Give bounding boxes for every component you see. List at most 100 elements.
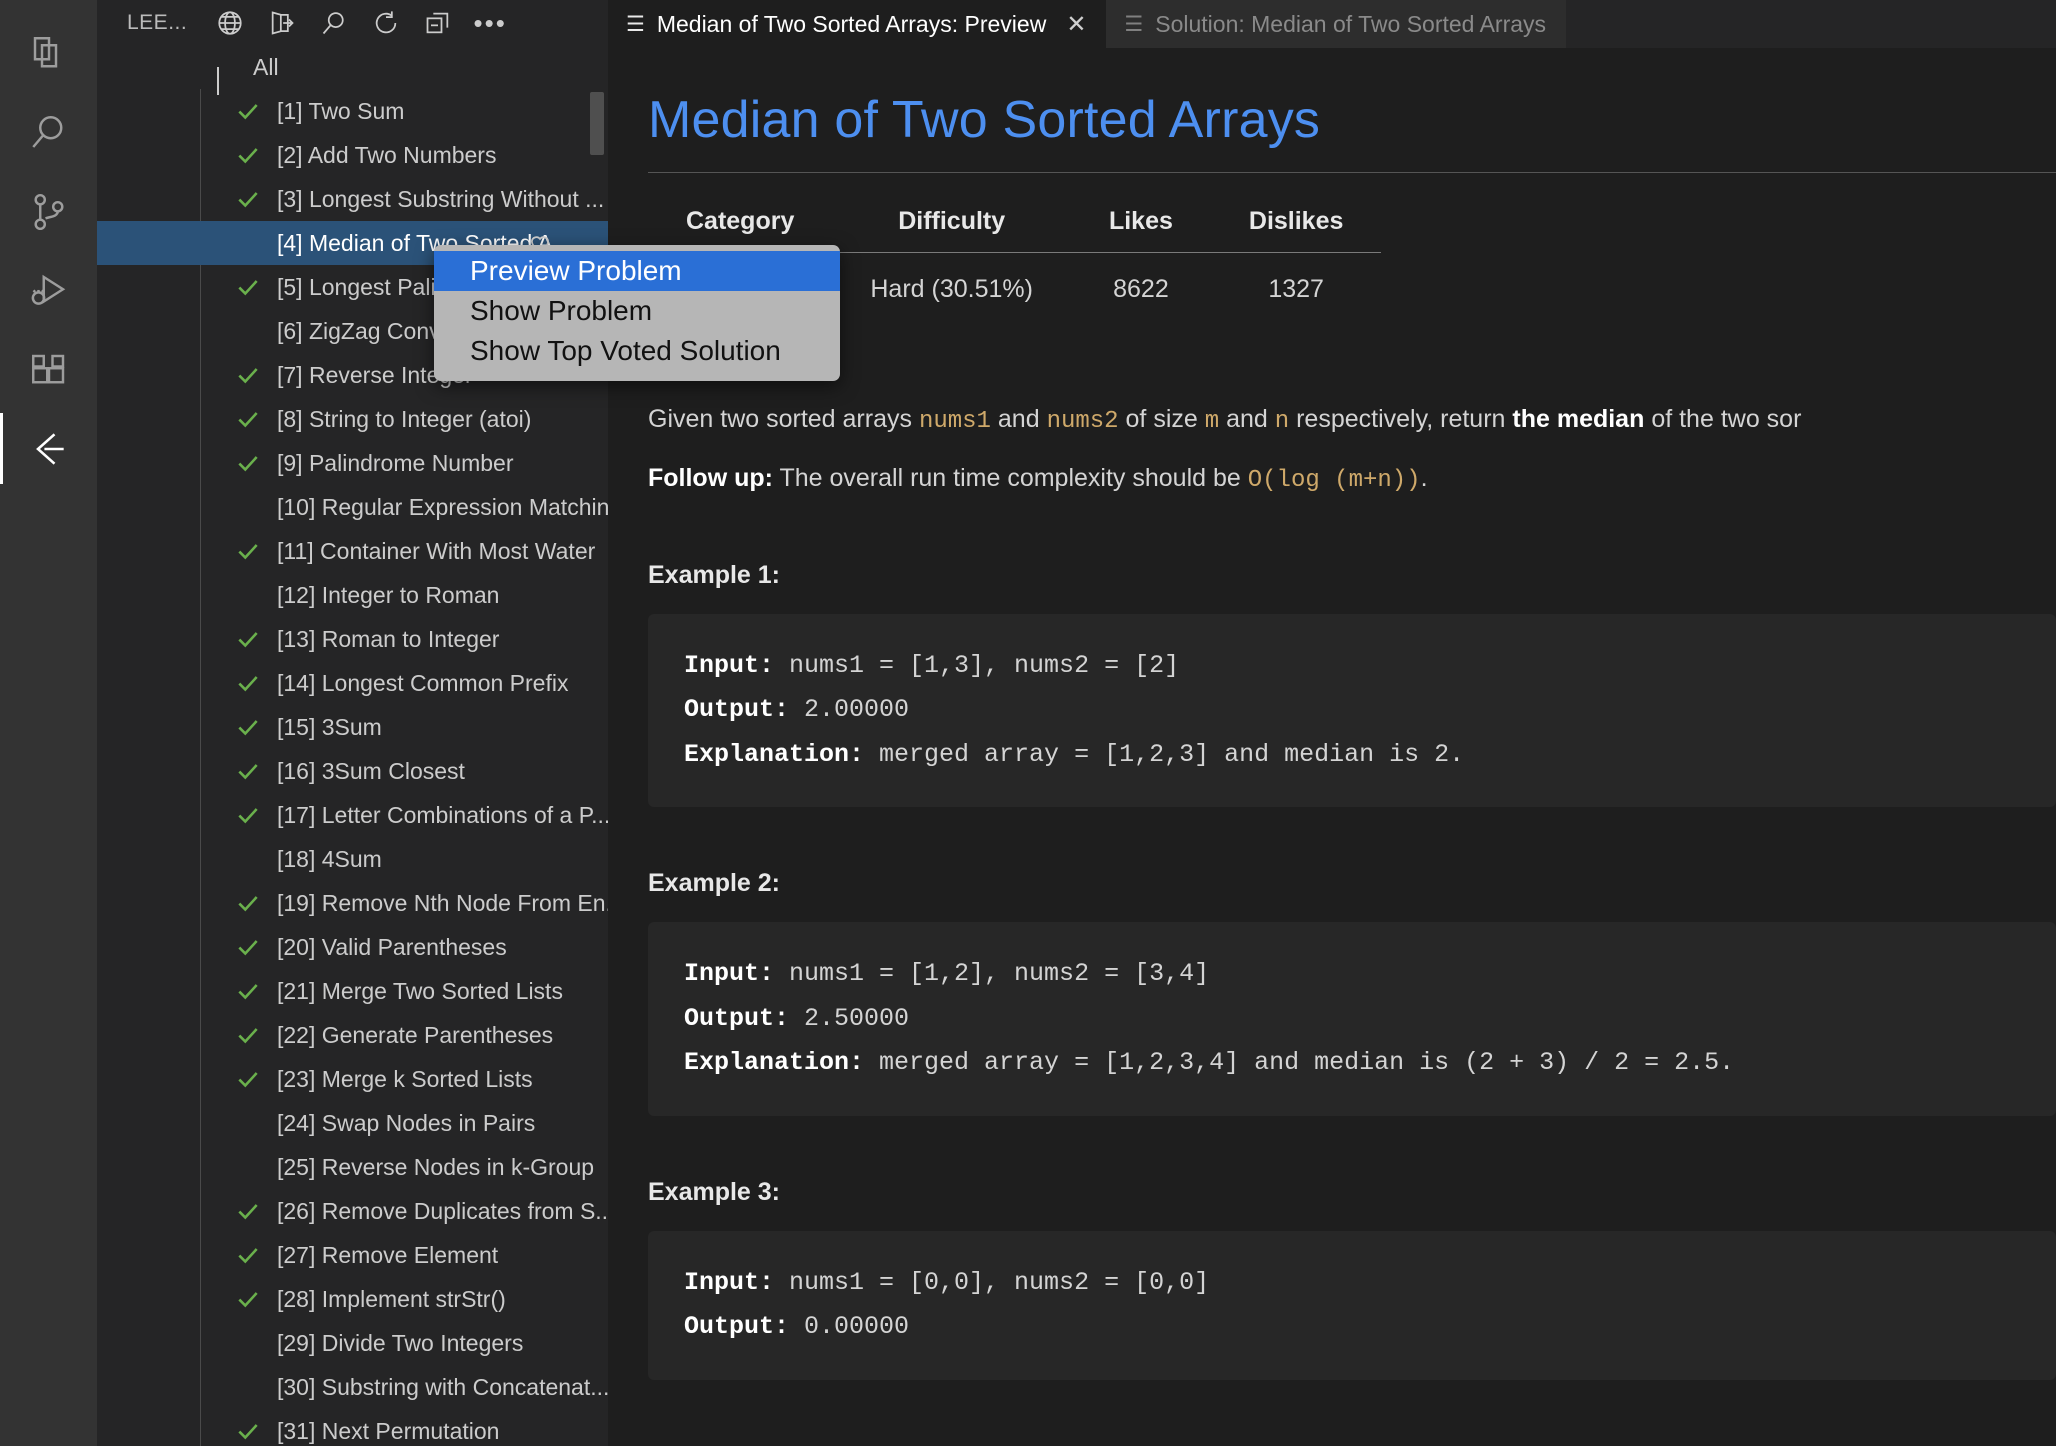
tab-solution-median[interactable]: ☰ Solution: Median of Two Sorted Arrays: [1106, 0, 1567, 48]
list-item-label: [24] Swap Nodes in Pairs: [277, 1109, 536, 1136]
col-difficulty: Difficulty: [832, 207, 1071, 253]
list-item[interactable]: [29] Divide Two Integers: [97, 1321, 608, 1365]
list-item-label: [28] Implement strStr(): [277, 1285, 506, 1312]
list-item-label: [29] Divide Two Integers: [277, 1329, 524, 1356]
list-item[interactable]: [31] Next Permutation: [97, 1409, 608, 1446]
context-menu-item[interactable]: Show Top Voted Solution: [434, 331, 840, 371]
solved-check-icon: [235, 406, 261, 432]
list-item-label: [8] String to Integer (atoi): [277, 405, 532, 432]
list-item[interactable]: [28] Implement strStr(): [97, 1277, 608, 1321]
more-actions-icon[interactable]: •••: [473, 6, 507, 40]
list-item[interactable]: [27] Remove Element: [97, 1233, 608, 1277]
list-item[interactable]: [9] Palindrome Number: [97, 441, 608, 485]
list-item[interactable]: [12] Integer to Roman: [97, 573, 608, 617]
solved-check-icon: [235, 802, 261, 828]
example-2-code: Input: nums1 = [1,2], nums2 = [3,4] Outp…: [648, 922, 2056, 1116]
solved-check-icon: [235, 362, 261, 388]
example-3-code: Input: nums1 = [0,0], nums2 = [0,0] Outp…: [648, 1230, 2056, 1380]
solved-check-icon: [235, 274, 261, 300]
list-item[interactable]: [16] 3Sum Closest: [97, 749, 608, 793]
solved-check-icon: [235, 758, 261, 784]
list-item[interactable]: [8] String to Integer (atoi): [97, 397, 608, 441]
solved-check-icon: [235, 1066, 261, 1092]
tab-preview-median[interactable]: ☰ Median of Two Sorted Arrays: Preview ✕: [608, 0, 1107, 48]
tab-bar-filler: [1566, 0, 2056, 48]
companies-disclosure[interactable]: Companies: [648, 352, 2056, 381]
extensions-icon[interactable]: [0, 330, 97, 409]
list-item[interactable]: [19] Remove Nth Node From En...: [97, 881, 608, 925]
list-item[interactable]: [22] Generate Parentheses: [97, 1013, 608, 1057]
search-icon[interactable]: [317, 6, 351, 40]
sidebar-scrollbar[interactable]: [590, 92, 604, 155]
list-item[interactable]: [26] Remove Duplicates from S...: [97, 1189, 608, 1233]
list-item-label: [22] Generate Parentheses: [277, 1021, 554, 1048]
solved-check-icon: [235, 186, 261, 212]
solved-check-icon: [235, 142, 261, 168]
solved-check-icon: [235, 1286, 261, 1312]
solved-check-icon: [235, 626, 261, 652]
list-item[interactable]: [17] Letter Combinations of a P...: [97, 793, 608, 837]
list-item-label: [12] Integer to Roman: [277, 581, 500, 608]
explanation-label: Explanation:: [684, 1048, 865, 1078]
list-item[interactable]: [13] Roman to Integer: [97, 617, 608, 661]
solved-check-icon: [235, 538, 261, 564]
solved-check-icon: [235, 890, 261, 916]
example-1-code: Input: nums1 = [1,3], nums2 = [2] Output…: [648, 613, 2056, 808]
input-value: nums1 = [1,2], nums2 = [3,4]: [774, 959, 1210, 989]
refresh-icon[interactable]: [369, 6, 403, 40]
run-debug-icon[interactable]: [0, 251, 97, 330]
example-1-label: Example 1:: [648, 560, 781, 589]
context-menu: Preview Problem Show Problem Show Top Vote…: [434, 245, 840, 381]
leetcode-icon[interactable]: [0, 409, 97, 488]
list-item-label: [27] Remove Element: [277, 1241, 499, 1268]
solved-check-icon: [235, 450, 261, 476]
explorer-icon[interactable]: [0, 14, 97, 93]
list-item[interactable]: [11] Container With Most Water: [97, 529, 608, 573]
close-icon[interactable]: ✕: [1066, 10, 1086, 39]
context-menu-item[interactable]: Preview Problem: [434, 251, 840, 291]
output-label: Output:: [684, 1003, 790, 1033]
solved-check-icon: [235, 98, 261, 124]
context-menu-item[interactable]: Show Problem: [434, 291, 840, 331]
list-item[interactable]: [10] Regular Expression Matching: [97, 485, 608, 529]
list-item[interactable]: [18] 4Sum: [97, 837, 608, 881]
collapse-all-icon[interactable]: [421, 6, 455, 40]
code-token-m: m: [1204, 408, 1220, 435]
sidebar-header: LEE... •••: [97, 0, 608, 45]
tab-label: Solution: Median of Two Sorted Arrays: [1155, 10, 1547, 37]
tab-bar: ☰ Median of Two Sorted Arrays: Preview ✕…: [608, 0, 2056, 48]
list-item-label: [16] 3Sum Closest: [277, 757, 465, 784]
list-item[interactable]: [1] Two Sum: [97, 89, 608, 133]
list-item[interactable]: [20] Valid Parentheses: [97, 925, 608, 969]
source-control-icon[interactable]: [0, 172, 97, 251]
list-item[interactable]: [2] Add Two Numbers: [97, 133, 608, 177]
list-item-label: [15] 3Sum: [277, 713, 382, 740]
list-item[interactable]: [23] Merge k Sorted Lists: [97, 1057, 608, 1101]
tree-root-all[interactable]: All: [97, 45, 608, 95]
list-item[interactable]: [15] 3Sum: [97, 705, 608, 749]
leetcode-sidebar: LEE... ••• All [1] Two Sum [2] Add Two N…: [97, 0, 608, 1446]
explanation-value: merged array = [1,2,3,4] and median is (…: [864, 1048, 1735, 1078]
follow-up-label: Follow up:: [648, 463, 773, 492]
solved-check-icon: [235, 934, 261, 960]
list-item[interactable]: [3] Longest Substring Without ...: [97, 177, 608, 221]
list-item-label: [25] Reverse Nodes in k-Group: [277, 1153, 595, 1180]
search-icon[interactable]: [0, 93, 97, 172]
page-title: Median of Two Sorted Arrays: [648, 90, 2056, 173]
sign-in-icon[interactable]: [265, 6, 299, 40]
list-item[interactable]: [24] Swap Nodes in Pairs: [97, 1101, 608, 1145]
list-item[interactable]: [25] Reverse Nodes in k-Group: [97, 1145, 608, 1189]
code-token-nums2: nums2: [1046, 408, 1119, 435]
list-item[interactable]: [30] Substring with Concatenat...: [97, 1365, 608, 1409]
editor-area: ☰ Median of Two Sorted Arrays: Preview ✕…: [608, 0, 2056, 1446]
list-icon: ☰: [1124, 12, 1144, 36]
list-item[interactable]: [14] Longest Common Prefix: [97, 661, 608, 705]
explanation-label: Explanation:: [684, 739, 865, 769]
output-label: Output:: [684, 695, 790, 725]
list-item[interactable]: [21] Merge Two Sorted Lists: [97, 969, 608, 1013]
list-item-label: [13] Roman to Integer: [277, 625, 500, 652]
globe-icon[interactable]: [213, 6, 247, 40]
list-icon: ☰: [626, 12, 645, 36]
sidebar-actions: •••: [213, 6, 507, 40]
vscode-window: LEE... ••• All [1] Two Sum [2] Add Two N…: [0, 0, 2056, 1446]
